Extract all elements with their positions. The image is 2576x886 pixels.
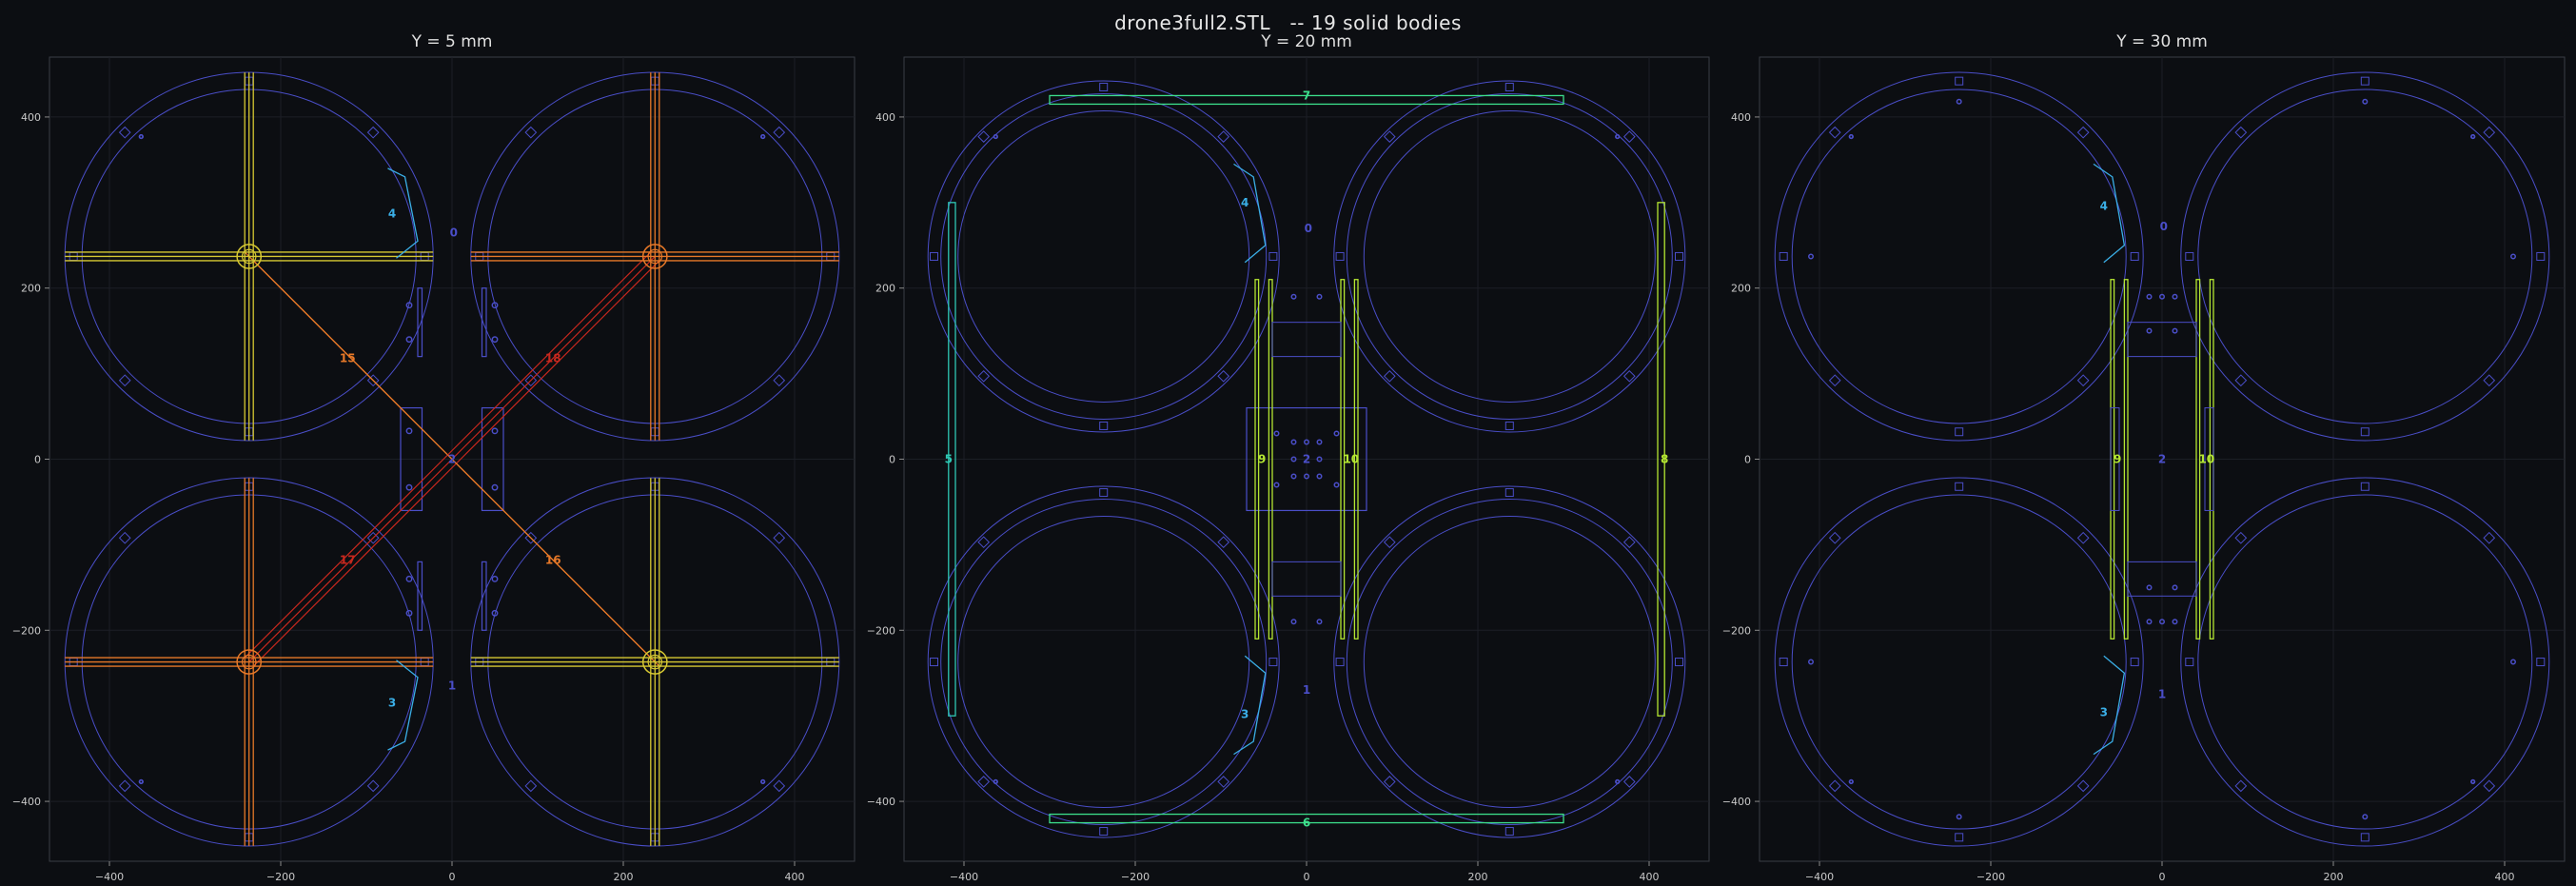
body-label: 3 (388, 697, 396, 710)
slice-panel-y5: Y = 5 mm −400 400 −200 200 0 0 200 −200 400 −400 0… (12, 32, 855, 883)
y-tick-label: 400 (875, 111, 895, 124)
y-tick-label: −400 (12, 796, 41, 808)
body-label: 10 (1343, 453, 1359, 466)
y-tick-label: 0 (889, 454, 895, 466)
x-tick-label: 200 (2324, 871, 2344, 883)
slice-plot: −400 400 −200 200 0 0 200 −200 400 −400 0 1 2 3 4 9 10 (1722, 56, 2566, 883)
x-tick-label: 0 (2159, 871, 2166, 883)
x-tick-label: 200 (1468, 871, 1488, 883)
x-tick-label: −200 (1976, 871, 2005, 883)
y-tick-label: −400 (867, 796, 895, 808)
body-label: 4 (388, 207, 396, 221)
x-tick-label: −400 (95, 871, 124, 883)
body-label: 0 (1305, 222, 1312, 235)
panel-title: Y = 20 mm (1261, 32, 1352, 51)
body-label: 1 (448, 679, 456, 693)
x-tick-label: 400 (1640, 871, 1660, 883)
body-label: 5 (945, 453, 953, 466)
y-tick-label: 400 (21, 111, 41, 124)
body-label: 10 (2198, 453, 2214, 466)
body-label: 9 (1258, 453, 1266, 466)
body-label: 17 (340, 554, 356, 567)
x-tick-label: 400 (785, 871, 805, 883)
body-label: 7 (1303, 89, 1310, 102)
body-label: 15 (340, 351, 356, 364)
y-tick-label: 200 (875, 283, 895, 295)
body-label: 18 (545, 351, 561, 364)
x-tick-label: 400 (2495, 871, 2515, 883)
slice-plot: −400 400 −200 200 0 0 200 −200 400 −400 0 1 2 3 4 15 18 1… (12, 56, 855, 883)
body-label: 1 (2158, 688, 2166, 701)
y-tick-label: 400 (1731, 111, 1751, 124)
x-tick-label: −200 (1121, 871, 1150, 883)
x-tick-label: −400 (1805, 871, 1834, 883)
body-label: 4 (1241, 196, 1249, 209)
body-label: 3 (2100, 706, 2108, 719)
x-tick-label: 200 (614, 871, 634, 883)
x-tick-label: −200 (266, 871, 295, 883)
body-label: 2 (448, 453, 456, 466)
x-tick-label: 0 (1304, 871, 1310, 883)
y-tick-label: 200 (21, 283, 41, 295)
y-tick-label: −400 (1722, 796, 1751, 808)
slice-panel-y30: Y = 30 mm −400 400 −200 200 0 0 200 −200 400 −400… (1722, 32, 2566, 883)
body-label: 2 (2158, 453, 2166, 466)
body-label: 8 (1661, 453, 1668, 466)
x-tick-label: −400 (950, 871, 978, 883)
y-tick-label: −200 (1722, 624, 1751, 637)
y-tick-label: −200 (867, 624, 895, 637)
body-label: 16 (545, 554, 561, 567)
y-tick-label: 0 (34, 454, 41, 466)
y-tick-label: 0 (1744, 454, 1751, 466)
figure-title: drone3full2.STL -- 19 solid bodies (1114, 11, 1462, 34)
slice-plot: −400 400 −200 200 0 0 200 −200 400 −400 0 1 2 3 4 5 6 7 8 9… (867, 56, 1710, 883)
y-tick-label: 200 (1731, 283, 1751, 295)
body-label: 9 (2114, 453, 2121, 466)
body-label: 0 (450, 226, 458, 239)
x-tick-label: 0 (449, 871, 456, 883)
y-tick-label: −200 (12, 624, 41, 637)
panel-title: Y = 30 mm (2116, 32, 2208, 51)
body-label: 6 (1303, 817, 1310, 830)
body-label: 0 (2160, 220, 2168, 233)
body-label: 3 (1241, 707, 1249, 720)
body-label: 1 (1303, 683, 1310, 697)
slice-panel-y20: Y = 20 mm −400 400 −200 200 0 0 200 −200 400 −400… (867, 32, 1710, 883)
body-label: 4 (2100, 199, 2108, 212)
panel-title: Y = 5 mm (411, 32, 493, 51)
body-label: 2 (1303, 453, 1310, 466)
